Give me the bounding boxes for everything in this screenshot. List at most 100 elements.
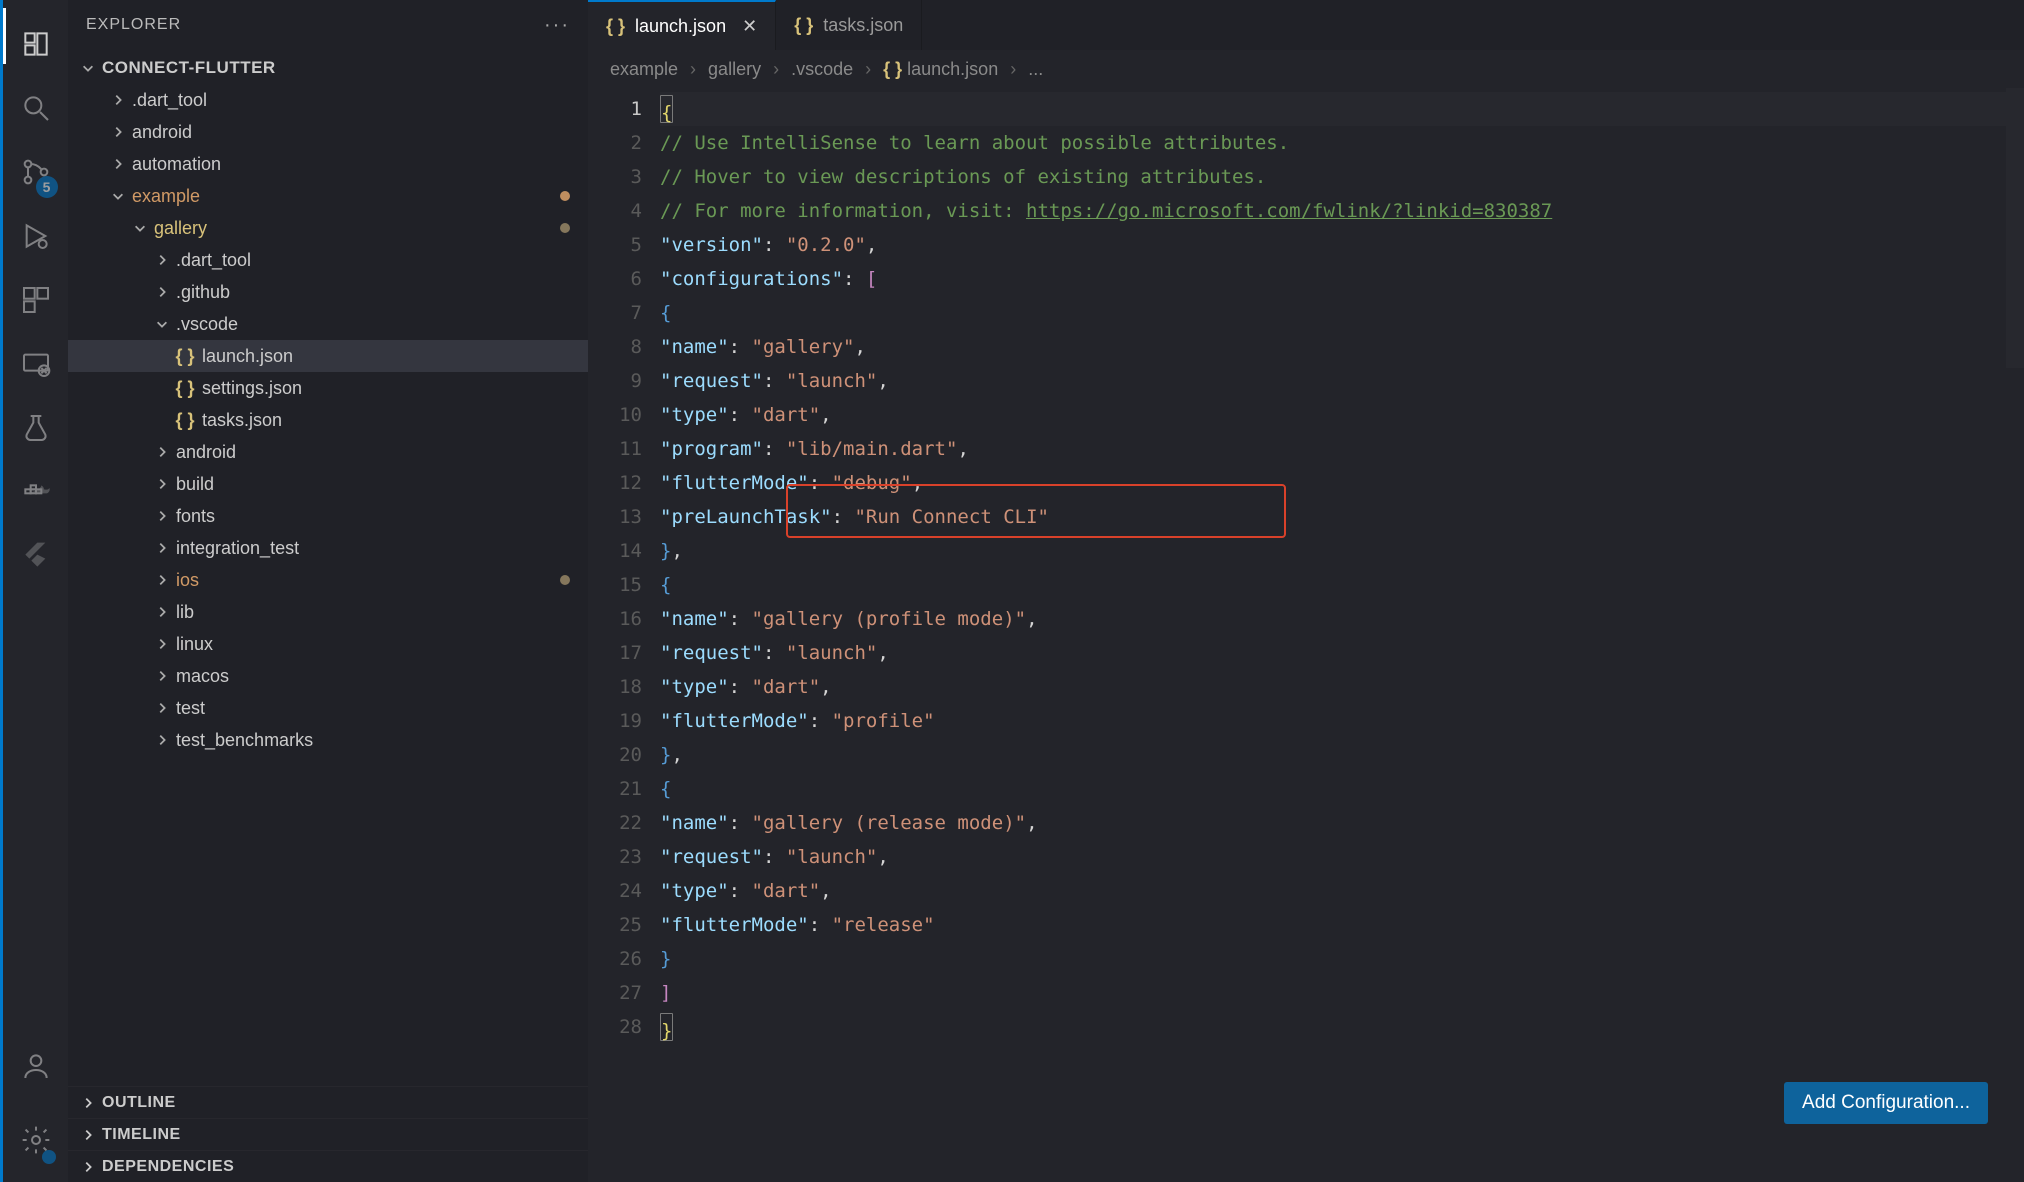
extensions-icon[interactable] xyxy=(2,268,70,332)
line-number: 26 xyxy=(588,942,642,976)
file-item[interactable]: { }settings.json xyxy=(68,372,588,404)
sidebar-header: EXPLORER ··· xyxy=(68,0,588,50)
chevron-right-icon xyxy=(152,701,172,715)
code-line[interactable]: }, xyxy=(660,534,2024,568)
code-line[interactable]: { xyxy=(660,296,2024,330)
code-line[interactable]: "name": "gallery (release mode)", xyxy=(660,806,2024,840)
minimap[interactable] xyxy=(2006,88,2024,1182)
code-line[interactable]: { xyxy=(660,568,2024,602)
code-content[interactable]: { // Use IntelliSense to learn about pos… xyxy=(660,88,2024,1182)
code-line[interactable]: "type": "dart", xyxy=(660,398,2024,432)
search-icon[interactable] xyxy=(2,76,70,140)
folder-item[interactable]: example xyxy=(68,180,588,212)
sidebar-more-icon[interactable]: ··· xyxy=(544,14,570,37)
sidebar-section[interactable]: DEPENDENCIES xyxy=(68,1150,588,1182)
docker-icon[interactable] xyxy=(2,460,70,524)
remote-icon[interactable] xyxy=(2,332,70,396)
chevron-down-icon xyxy=(78,61,98,75)
line-number: 24 xyxy=(588,874,642,908)
tree-root[interactable]: CONNECT-FLUTTER xyxy=(68,52,588,84)
code-line[interactable]: } xyxy=(660,942,2024,976)
code-line[interactable]: { xyxy=(660,92,2024,126)
folder-item[interactable]: linux xyxy=(68,628,588,660)
folder-item[interactable]: build xyxy=(68,468,588,500)
file-item[interactable]: { }launch.json xyxy=(68,340,588,372)
line-number: 17 xyxy=(588,636,642,670)
sidebar-section[interactable]: TIMELINE xyxy=(68,1118,588,1150)
code-line[interactable]: ] xyxy=(660,976,2024,1010)
breadcrumb-segment[interactable]: ... xyxy=(1028,59,1043,80)
run-debug-icon[interactable] xyxy=(2,204,70,268)
minimap-thumb[interactable] xyxy=(2006,88,2024,368)
folder-item[interactable]: macos xyxy=(68,660,588,692)
folder-item[interactable]: .vscode xyxy=(68,308,588,340)
flutter-icon[interactable] xyxy=(2,524,70,588)
code-line[interactable]: { xyxy=(660,772,2024,806)
file-item[interactable]: { }tasks.json xyxy=(68,404,588,436)
line-number: 13 xyxy=(588,500,642,534)
folder-item[interactable]: test xyxy=(68,692,588,724)
code-line[interactable]: "type": "dart", xyxy=(660,874,2024,908)
folder-item[interactable]: .dart_tool xyxy=(68,244,588,276)
breadcrumb-separator: › xyxy=(773,59,779,80)
json-icon: { } xyxy=(606,16,625,37)
folder-item[interactable]: .github xyxy=(68,276,588,308)
code-line[interactable]: "name": "gallery", xyxy=(660,330,2024,364)
code-line[interactable]: "request": "launch", xyxy=(660,636,2024,670)
tree-label: example xyxy=(132,186,200,207)
editor-tab[interactable]: { }launch.json✕ xyxy=(588,0,776,50)
code-line[interactable]: "configurations": [ xyxy=(660,262,2024,296)
line-number: 5 xyxy=(588,228,642,262)
json-icon: { } xyxy=(174,346,196,367)
root-label: CONNECT-FLUTTER xyxy=(102,58,276,78)
line-number: 15 xyxy=(588,568,642,602)
settings-gear-icon[interactable] xyxy=(2,1108,70,1172)
tab-bar: { }launch.json✕{ }tasks.json xyxy=(588,0,2024,50)
code-line[interactable]: "type": "dart", xyxy=(660,670,2024,704)
line-number: 27 xyxy=(588,976,642,1010)
folder-item[interactable]: test_benchmarks xyxy=(68,724,588,756)
code-line[interactable]: "request": "launch", xyxy=(660,364,2024,398)
line-number: 20 xyxy=(588,738,642,772)
folder-item[interactable]: automation xyxy=(68,148,588,180)
source-control-icon[interactable]: 5 xyxy=(2,140,70,204)
editor-tab[interactable]: { }tasks.json xyxy=(776,0,922,50)
folder-item[interactable]: ios xyxy=(68,564,588,596)
folder-item[interactable]: fonts xyxy=(68,500,588,532)
code-line[interactable]: }, xyxy=(660,738,2024,772)
code-line[interactable]: "flutterMode": "debug", xyxy=(660,466,2024,500)
code-line[interactable]: "flutterMode": "release" xyxy=(660,908,2024,942)
code-line[interactable]: // For more information, visit: https://… xyxy=(660,194,2024,228)
activity-bar: 5 xyxy=(0,0,68,1182)
code-line[interactable]: "preLaunchTask": "Run Connect CLI" xyxy=(660,500,2024,534)
folder-item[interactable]: lib xyxy=(68,596,588,628)
close-icon[interactable]: ✕ xyxy=(742,16,757,37)
code-line[interactable]: "flutterMode": "profile" xyxy=(660,704,2024,738)
breadcrumb-segment[interactable]: example xyxy=(610,59,678,80)
code-line[interactable]: "version": "0.2.0", xyxy=(660,228,2024,262)
breadcrumb-segment[interactable]: { } launch.json xyxy=(883,59,998,80)
breadcrumb-segment[interactable]: .vscode xyxy=(791,59,853,80)
breadcrumb-segment[interactable]: gallery xyxy=(708,59,761,80)
code-line[interactable]: "program": "lib/main.dart", xyxy=(660,432,2024,466)
accounts-icon[interactable] xyxy=(2,1034,70,1098)
explorer-icon[interactable] xyxy=(2,12,70,76)
add-configuration-button[interactable]: Add Configuration... xyxy=(1784,1082,1988,1124)
sidebar-section[interactable]: OUTLINE xyxy=(68,1086,588,1118)
breadcrumb[interactable]: example›gallery›.vscode›{ } launch.json›… xyxy=(588,50,2024,88)
folder-item[interactable]: android xyxy=(68,436,588,468)
tree-label: android xyxy=(132,122,192,143)
code-editor[interactable]: 1234567891011121314151617181920212223242… xyxy=(588,88,2024,1182)
chevron-right-icon xyxy=(152,445,172,459)
folder-item[interactable]: gallery xyxy=(68,212,588,244)
testing-icon[interactable] xyxy=(2,396,70,460)
folder-item[interactable]: android xyxy=(68,116,588,148)
code-line[interactable]: // Hover to view descriptions of existin… xyxy=(660,160,2024,194)
code-line[interactable]: "request": "launch", xyxy=(660,840,2024,874)
code-line[interactable]: // Use IntelliSense to learn about possi… xyxy=(660,126,2024,160)
code-line[interactable]: } xyxy=(660,1010,2024,1044)
code-line[interactable]: "name": "gallery (profile mode)", xyxy=(660,602,2024,636)
folder-item[interactable]: integration_test xyxy=(68,532,588,564)
breadcrumb-separator: › xyxy=(865,59,871,80)
folder-item[interactable]: .dart_tool xyxy=(68,84,588,116)
